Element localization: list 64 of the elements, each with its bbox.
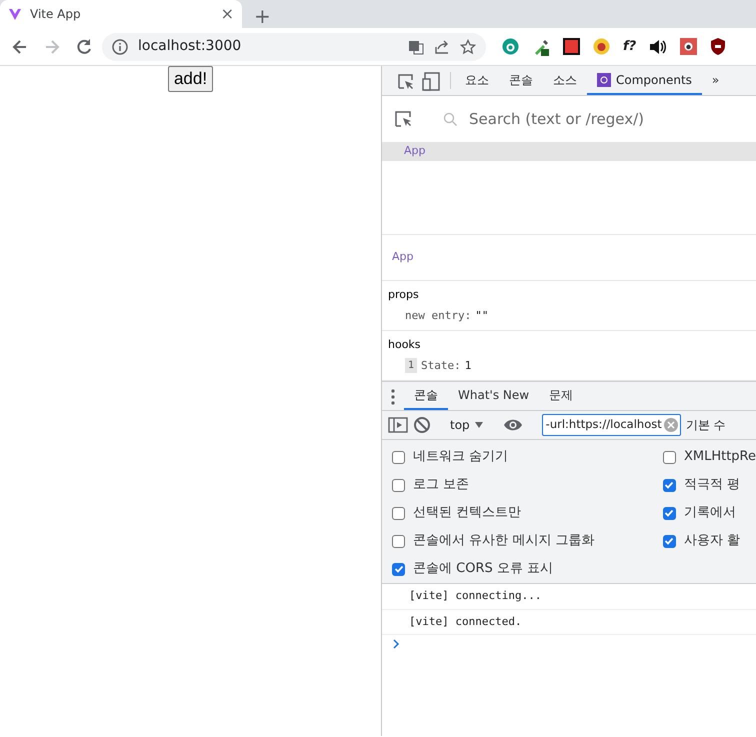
extension-icon[interactable]: f? — [623, 36, 636, 56]
clear-console-icon[interactable] — [413, 416, 431, 434]
search-field[interactable]: Search (text or /regex/) — [467, 106, 744, 132]
devtools-tab[interactable]: 소스 — [543, 66, 587, 95]
info-icon — [112, 38, 128, 54]
section-title: props — [388, 287, 420, 303]
property-value: 1 — [464, 358, 472, 374]
checkbox[interactable] — [662, 478, 676, 492]
hook-index: 1 — [405, 358, 418, 374]
devtools-tab[interactable]: 요소 — [455, 66, 499, 95]
add-button[interactable]: add! — [168, 66, 214, 92]
checkbox-label: 적극적 평 — [684, 476, 740, 494]
tab-title: Vite App — [30, 6, 82, 23]
checkbox[interactable] — [392, 534, 405, 548]
address-bar[interactable]: localhost:3000 — [102, 32, 486, 60]
star-icon[interactable] — [460, 38, 476, 54]
new-tab-button[interactable]: + — [242, 6, 271, 28]
checkbox-label: 기록에서 — [684, 504, 736, 522]
eye-icon[interactable] — [502, 418, 523, 432]
property-value: "" — [475, 308, 488, 324]
tree-item[interactable]: App — [382, 142, 756, 161]
component-title: App — [392, 249, 414, 266]
sidebar-toggle-icon[interactable] — [388, 416, 408, 434]
checkbox-label: 콘솔에 CORS 오류 표시 — [413, 560, 553, 578]
checkbox-label: XMLHttpRe — [684, 448, 756, 466]
context-select[interactable]: top — [450, 416, 484, 434]
log-levels-select[interactable]: 기본 수 — [686, 416, 726, 434]
checkbox-label: 선택된 컨텍스트만 — [413, 504, 522, 522]
checkbox-label: 사용자 활 — [684, 532, 740, 550]
search-icon — [443, 112, 457, 126]
devtools-tab[interactable]: 콘솔 — [499, 66, 543, 95]
drawer-tab[interactable]: What's New — [448, 382, 540, 410]
address-text: localhost:3000 — [138, 37, 242, 56]
devtools-tab[interactable]: Components — [587, 66, 702, 95]
property-key: new entry: — [405, 308, 472, 324]
inspect-icon[interactable] — [394, 109, 414, 129]
checkbox[interactable] — [392, 506, 405, 520]
console-message: [vite] connected. — [382, 610, 756, 635]
close-tab-button[interactable]: × — [220, 6, 234, 22]
drawer-tab[interactable]: 문제 — [539, 382, 584, 410]
shield-icon[interactable] — [710, 38, 726, 55]
checkbox-label: 네트워크 숨기기 — [413, 448, 508, 466]
checkbox-label: 로그 보존 — [413, 476, 470, 494]
caret-icon — [474, 421, 484, 429]
tab-favicon-icon — [8, 7, 22, 21]
checkbox[interactable] — [662, 534, 676, 548]
checkbox[interactable] — [392, 450, 405, 464]
vue-logo-icon — [597, 72, 611, 86]
checkbox[interactable] — [662, 450, 676, 464]
extension-icon[interactable] — [680, 38, 698, 55]
filter-field[interactable]: -url:https://localhost — [542, 414, 681, 436]
checkbox[interactable] — [662, 506, 676, 520]
checkbox[interactable] — [392, 562, 405, 576]
browser-tab[interactable]: Vite App × — [0, 0, 242, 28]
checkbox[interactable] — [392, 478, 405, 492]
property-key: State: — [421, 358, 461, 374]
prompt-icon — [392, 639, 400, 649]
more-tabs-button[interactable]: » — [702, 66, 730, 95]
speaker-icon[interactable] — [649, 38, 668, 54]
section-title: hooks — [388, 337, 422, 353]
console-message: [vite] connecting... — [382, 584, 756, 610]
extension-icon[interactable] — [593, 38, 610, 55]
checkbox-label: 콘솔에서 유사한 메시지 그룹화 — [413, 532, 594, 550]
share-icon[interactable] — [434, 38, 450, 54]
